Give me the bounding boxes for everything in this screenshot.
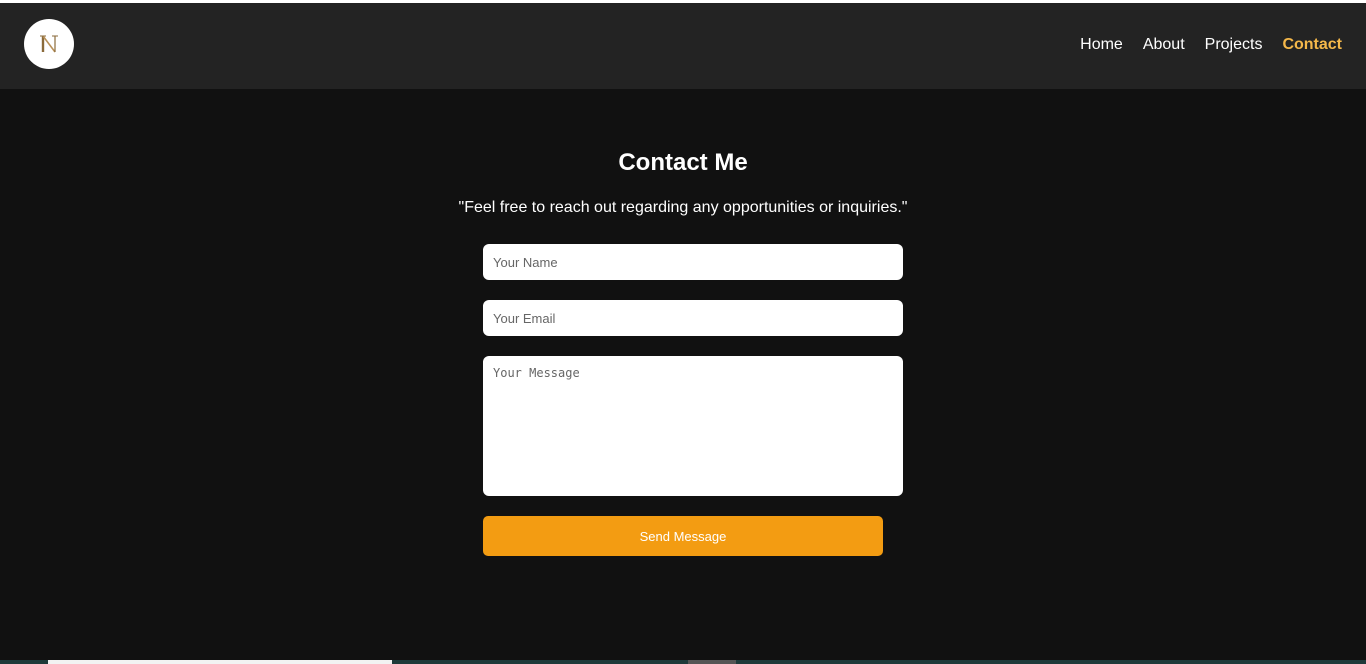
send-message-button[interactable]: Send Message [483, 516, 883, 556]
nav-link-about[interactable]: About [1143, 36, 1185, 54]
page-subtitle: "Feel free to reach out regarding any op… [458, 199, 908, 216]
name-input[interactable] [483, 244, 903, 280]
nav-link-projects[interactable]: Projects [1205, 36, 1263, 54]
message-textarea[interactable] [483, 356, 903, 496]
page: Home About Projects Contact Contact Me "… [0, 0, 1366, 664]
n-monogram-logo-icon [40, 35, 58, 53]
email-input[interactable] [483, 300, 903, 336]
navbar: Home About Projects Contact [0, 3, 1366, 89]
bottom-bar-segment [48, 660, 392, 664]
nav-link-contact[interactable]: Contact [1282, 36, 1342, 54]
page-title: Contact Me [618, 149, 748, 176]
nav-link-home[interactable]: Home [1080, 36, 1123, 54]
logo[interactable] [24, 19, 74, 69]
nav-menu: Home About Projects Contact [1080, 33, 1342, 57]
bottom-bar-segment [688, 660, 736, 664]
bottom-bar [0, 660, 1366, 664]
